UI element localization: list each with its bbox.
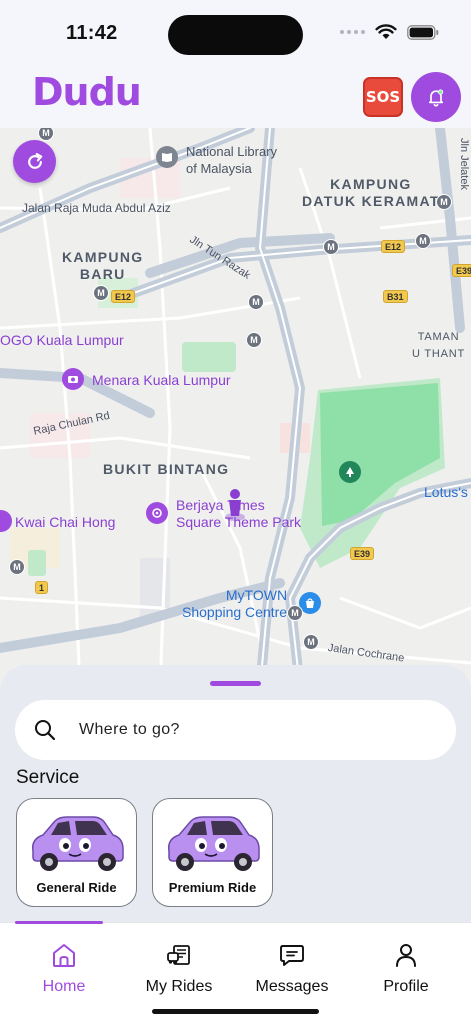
map-label-menara-kl: Menara Kuala Lumpur xyxy=(92,372,231,388)
signal-icon xyxy=(340,30,365,34)
tab-home[interactable]: Home xyxy=(9,941,119,1001)
destination-search-bar[interactable] xyxy=(15,700,456,760)
tab-messages[interactable]: Messages xyxy=(237,941,347,1001)
tab-my-rides[interactable]: My Rides xyxy=(124,941,234,1001)
map-view[interactable]: National Library of Malaysia Jalan Raja … xyxy=(0,128,471,688)
map-label-bukit-bintang: BUKIT BINTANG xyxy=(103,461,230,477)
road-shield-b31: B31 xyxy=(383,290,408,303)
map-label-national-library: National Library of Malaysia xyxy=(186,144,278,176)
map-label-jln-jelatek: Jln Jelatek xyxy=(458,138,470,190)
metro-station-icon[interactable]: M xyxy=(93,285,109,301)
map-label-jalan-raja-muda: Jalan Raja Muda Abdul Aziz xyxy=(22,201,171,215)
bell-icon xyxy=(428,89,444,107)
status-icons xyxy=(340,24,439,40)
road-shield-e39-top: E39 xyxy=(452,264,471,277)
map-label-kwai-chai-hong: Kwai Chai Hong xyxy=(15,514,116,530)
tab-profile[interactable]: Profile xyxy=(351,941,461,1001)
status-bar: 11:42 xyxy=(0,0,471,66)
road-shield-e39-bottom: E39 xyxy=(350,547,375,560)
theme-park-pin-icon[interactable] xyxy=(146,502,168,524)
status-time: 11:42 xyxy=(66,22,118,44)
library-pin-icon[interactable] xyxy=(156,146,178,168)
refresh-map-button[interactable] xyxy=(13,140,56,183)
road-shield-route-1: 1 xyxy=(35,581,49,594)
map-label-taman-u-thant: TAMAN U THANT xyxy=(412,331,466,360)
home-icon xyxy=(53,944,75,967)
metro-station-icon[interactable]: M xyxy=(9,559,25,575)
home-indicator xyxy=(152,1009,319,1014)
app-logo: Dudu xyxy=(32,70,142,114)
service-label: General Ride xyxy=(36,880,117,895)
map-label-lotus: Lotus's xyxy=(424,484,468,500)
sheet-drag-handle[interactable] xyxy=(210,681,261,686)
tab-label: My Rides xyxy=(145,978,213,995)
metro-station-icon[interactable]: M xyxy=(436,194,452,210)
metro-station-icon[interactable]: M xyxy=(303,634,319,650)
metro-station-icon[interactable]: M xyxy=(287,605,303,621)
road-shield-e12-right: E12 xyxy=(381,240,406,253)
service-section-title: Service xyxy=(16,767,80,788)
notification-button[interactable] xyxy=(411,72,461,122)
map-label-kampung-baru: KAMPUNG BARU xyxy=(62,249,144,282)
tab-label: Profile xyxy=(383,978,429,995)
bottom-sheet[interactable]: Service General Ride xyxy=(0,665,471,925)
metro-station-icon[interactable]: M xyxy=(323,239,339,255)
wifi-icon xyxy=(375,24,397,39)
car-icon xyxy=(167,816,260,871)
camera-pin-icon[interactable] xyxy=(62,368,84,390)
service-card-premium-ride[interactable]: Premium Ride xyxy=(152,798,273,907)
sos-button[interactable]: SOS xyxy=(363,77,403,117)
park-pin-icon[interactable] xyxy=(339,461,361,483)
map-label-kampung-datuk-keramat: KAMPUNG DATUK KERAMAT xyxy=(302,176,440,209)
refresh-icon xyxy=(27,152,42,169)
active-tab-indicator xyxy=(15,921,103,924)
service-card-general-ride[interactable]: General Ride xyxy=(16,798,137,907)
tab-label: Home xyxy=(42,978,86,995)
profile-icon xyxy=(396,944,416,967)
service-label: Premium Ride xyxy=(168,880,257,895)
road-shield-e12-left: E12 xyxy=(111,290,136,303)
map-label-mytown: MyTOWN Shopping Centre xyxy=(182,587,288,620)
rides-icon xyxy=(167,945,190,965)
metro-station-icon[interactable]: M xyxy=(246,332,262,348)
metro-station-icon[interactable]: M xyxy=(415,233,431,249)
destination-search-input[interactable] xyxy=(79,718,419,742)
battery-icon xyxy=(407,24,439,40)
map-label-berjaya-times: Berjaya Times Square Theme Park xyxy=(176,497,302,530)
search-icon xyxy=(35,720,56,741)
tab-label: Messages xyxy=(255,978,329,995)
app-header: Dudu SOS xyxy=(0,66,471,128)
map-label-ogo-kuala-lumpur: OGO Kuala Lumpur xyxy=(0,332,124,348)
messages-icon xyxy=(280,945,304,966)
dynamic-island xyxy=(168,15,303,55)
metro-station-icon[interactable]: M xyxy=(248,294,264,310)
car-icon xyxy=(31,816,124,871)
